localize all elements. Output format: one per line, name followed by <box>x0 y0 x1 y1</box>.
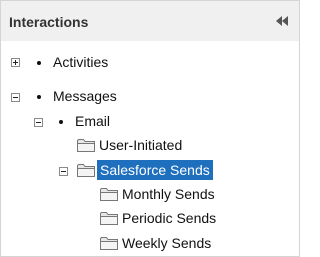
tree-item-periodic-sends[interactable]: Periodic Sends <box>122 208 216 228</box>
panel-title: Interactions <box>9 14 89 30</box>
collapse-email-toggle[interactable] <box>34 118 43 127</box>
folder-icon <box>77 139 95 152</box>
tree-item-salesforce-sends[interactable]: Salesforce Sends <box>97 160 213 180</box>
tree-item-activities[interactable]: Activities <box>53 52 108 72</box>
double-chevron-left-icon[interactable] <box>275 15 289 27</box>
bullet-icon <box>37 61 41 65</box>
folder-icon <box>77 164 95 177</box>
collapse-messages-toggle[interactable] <box>11 93 20 102</box>
bullet-icon <box>59 120 63 124</box>
tree-item-messages[interactable]: Messages <box>53 86 117 106</box>
tree-item-email[interactable]: Email <box>75 111 110 131</box>
interactions-panel: Interactions Activities Messages Email U… <box>0 0 300 257</box>
collapse-salesforce-sends-toggle[interactable] <box>59 167 68 176</box>
bullet-icon <box>37 95 41 99</box>
tree-item-monthly-sends[interactable]: Monthly Sends <box>122 184 215 204</box>
expand-activities-toggle[interactable] <box>11 58 20 67</box>
folder-icon <box>100 237 118 250</box>
interactions-tree: Activities Messages Email User-Initiated… <box>1 41 299 256</box>
panel-header: Interactions <box>1 1 299 41</box>
folder-icon <box>100 212 118 225</box>
tree-item-weekly-sends[interactable]: Weekly Sends <box>122 233 211 253</box>
tree-item-user-initiated[interactable]: User-Initiated <box>99 135 182 155</box>
folder-icon <box>100 188 118 201</box>
